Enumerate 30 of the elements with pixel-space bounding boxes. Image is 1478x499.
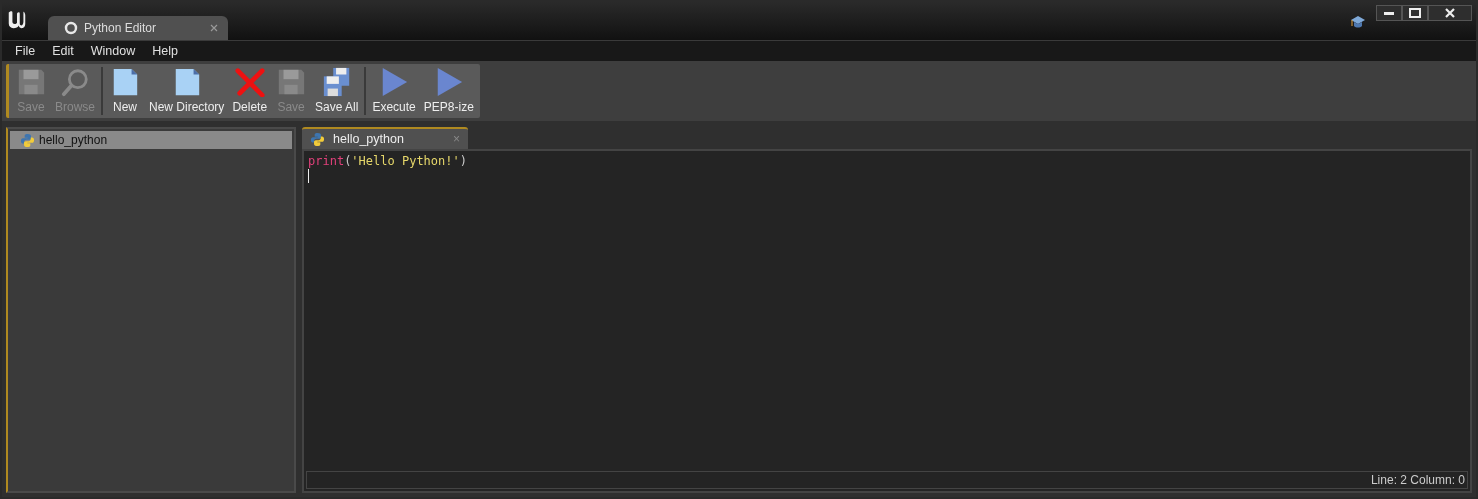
toolbar-button[interactable]: Execute: [368, 65, 420, 117]
menu-item[interactable]: File: [8, 44, 46, 58]
menu-item[interactable]: Edit: [45, 44, 84, 58]
graduation-cap-icon[interactable]: [1350, 14, 1366, 30]
minimize-button[interactable]: [1376, 5, 1402, 21]
window-tab[interactable]: Python Editor: [48, 16, 228, 40]
maximize-icon: [1409, 8, 1421, 18]
close-icon[interactable]: [210, 24, 218, 32]
cursor-position: Line: 2 Column: 0: [1370, 473, 1465, 487]
circle-icon: [64, 21, 78, 35]
toolbar-button[interactable]: New Directory: [145, 65, 229, 117]
code-line: print('Hello Python!'): [308, 153, 467, 168]
editor-tab[interactable]: hello_python ×: [302, 127, 468, 149]
script-list-item[interactable]: hello_python: [10, 131, 292, 149]
toolbar-button[interactable]: Save All: [311, 65, 363, 117]
python-icon: [310, 131, 325, 147]
logo-icon: [6, 8, 28, 30]
close-button[interactable]: [1428, 5, 1472, 21]
code-editor[interactable]: print('Hello Python!') Line: 2 Column: 0: [302, 149, 1472, 493]
menu-item[interactable]: Help: [145, 44, 188, 58]
menu-item[interactable]: Window: [83, 44, 146, 58]
toolbar-button[interactable]: PEP8-ize: [419, 65, 478, 117]
close-icon: [1444, 8, 1456, 18]
magnifier-icon: [59, 67, 91, 97]
python-icon: [20, 132, 35, 148]
toolbar-button[interactable]: New: [105, 65, 145, 117]
toolbar-button[interactable]: Delete: [228, 65, 272, 117]
delete-icon: [233, 67, 266, 97]
maximize-button[interactable]: [1402, 5, 1428, 21]
window-title: Python Editor: [84, 21, 158, 35]
